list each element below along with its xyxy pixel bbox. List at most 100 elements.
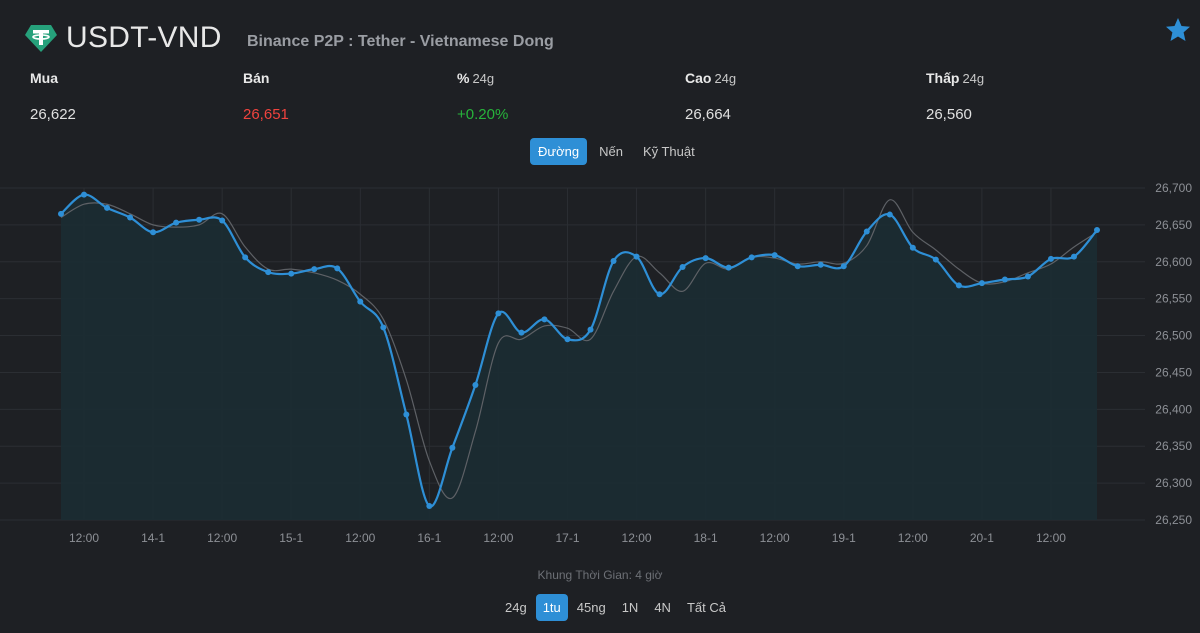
stat-change-label: % <box>457 70 470 86</box>
x-tick-label: 12:00 <box>483 531 513 545</box>
y-tick-label: 26,700 <box>1155 181 1192 195</box>
tab-technical[interactable]: Kỹ Thuật <box>635 138 703 165</box>
data-point <box>863 228 870 235</box>
stat-low-suffix: 24g <box>962 71 985 86</box>
data-point <box>104 204 111 211</box>
range-4y[interactable]: 4N <box>647 594 678 621</box>
stats-row: Mua 26,622 Bán 26,651 % 24g +0.20% Cao 24g… <box>0 70 1200 130</box>
data-point <box>311 266 318 273</box>
stat-high: Cao 24g 26,664 <box>685 70 737 123</box>
range-1w[interactable]: 1tu <box>535 594 568 621</box>
range-all[interactable]: Tất Cả <box>680 594 733 621</box>
data-point <box>794 263 801 270</box>
range-45d[interactable]: 45ng <box>570 594 613 621</box>
timeframe-label: Khung Thời Gian: 4 giờ <box>537 568 663 582</box>
data-point <box>265 269 272 276</box>
x-tick-label: 20-1 <box>970 531 994 545</box>
stat-low: Thấp 24g 26,560 <box>926 70 985 123</box>
stat-sell-label: Bán <box>243 70 270 86</box>
data-point <box>610 258 617 265</box>
y-tick-label: 26,650 <box>1155 218 1192 232</box>
star-icon[interactable] <box>1164 16 1192 44</box>
stat-buy: Mua 26,622 <box>30 70 76 123</box>
stat-sell: Bán 26,651 <box>243 70 289 123</box>
y-tick-label: 26,300 <box>1155 476 1192 490</box>
y-tick-label: 26,350 <box>1155 439 1192 453</box>
header: USDT-VND <box>24 18 222 58</box>
data-point <box>1047 255 1054 262</box>
data-point <box>173 219 180 226</box>
data-point <box>380 324 387 331</box>
stat-sell-value: 26,651 <box>243 106 289 123</box>
range-1y[interactable]: 1N <box>615 594 646 621</box>
data-point <box>771 252 778 259</box>
x-tick-label: 12:00 <box>898 531 928 545</box>
data-point <box>81 191 88 198</box>
data-point <box>426 502 433 509</box>
data-point <box>725 264 732 271</box>
range-selector: 24g 1tu 45ng 1N 4N Tất Cả <box>498 594 733 621</box>
stat-high-label: Cao <box>685 70 712 86</box>
data-point <box>587 326 594 333</box>
data-point <box>932 256 939 263</box>
data-point <box>840 263 847 270</box>
tether-icon <box>25 25 57 52</box>
x-tick-label: 16-1 <box>417 531 441 545</box>
data-point <box>449 444 456 451</box>
y-tick-label: 26,550 <box>1155 292 1192 306</box>
tab-line[interactable]: Đường <box>530 138 588 165</box>
stat-low-value: 26,560 <box>926 106 972 123</box>
x-tick-label: 12:00 <box>207 531 237 545</box>
data-point <box>150 229 157 236</box>
stat-low-label: Thấp <box>926 70 960 86</box>
x-tick-label: 12:00 <box>1036 531 1066 545</box>
x-tick-label: 18-1 <box>694 531 718 545</box>
data-point <box>817 261 824 268</box>
stat-buy-value: 26,622 <box>30 106 76 123</box>
data-point <box>357 298 364 305</box>
price-area-fill <box>61 194 1097 520</box>
data-point <box>978 280 985 287</box>
x-tick-label: 12:00 <box>69 531 99 545</box>
data-point <box>656 291 663 298</box>
data-point <box>679 263 686 270</box>
y-tick-label: 26,400 <box>1155 402 1192 416</box>
data-point <box>518 329 525 336</box>
x-tick-label: 17-1 <box>555 531 579 545</box>
x-tick-label: 14-1 <box>141 531 165 545</box>
data-point <box>242 254 249 261</box>
tab-candle[interactable]: Nến <box>591 138 631 165</box>
data-point <box>955 282 962 289</box>
data-point <box>58 210 64 217</box>
data-point <box>541 316 548 323</box>
data-point <box>702 255 709 262</box>
stat-high-suffix: 24g <box>714 71 737 86</box>
stat-buy-label: Mua <box>30 70 58 86</box>
data-point <box>334 265 341 272</box>
data-point <box>1024 273 1031 280</box>
data-point <box>288 270 295 277</box>
data-point <box>127 214 134 221</box>
stat-change-value: +0.20% <box>457 106 509 123</box>
data-point <box>219 217 226 224</box>
data-point <box>196 216 203 223</box>
x-tick-label: 15-1 <box>279 531 303 545</box>
stat-change-suffix: 24g <box>472 71 495 86</box>
data-point <box>1094 227 1100 234</box>
stat-high-value: 26,664 <box>685 106 731 123</box>
price-chart[interactable]: 26,700 26,650 26,600 26,550 26,500 26,450 26,4… <box>0 170 1200 560</box>
data-point <box>633 253 640 260</box>
x-tick-label: 12:00 <box>760 531 790 545</box>
x-tick-label: 12:00 <box>345 531 375 545</box>
range-24h[interactable]: 24g <box>498 594 534 621</box>
stat-change: % 24g +0.20% <box>457 70 508 123</box>
data-point <box>886 211 893 218</box>
pair-title: USDT-VND <box>66 21 222 54</box>
y-tick-label: 26,600 <box>1155 255 1192 269</box>
chart-type-tabs: Đường Nến Kỹ Thuật <box>530 138 703 165</box>
y-tick-label: 26,450 <box>1155 365 1192 379</box>
x-tick-label: 12:00 <box>622 531 652 545</box>
data-point <box>1070 253 1077 260</box>
data-point <box>472 381 479 388</box>
y-tick-label: 26,500 <box>1155 329 1192 343</box>
